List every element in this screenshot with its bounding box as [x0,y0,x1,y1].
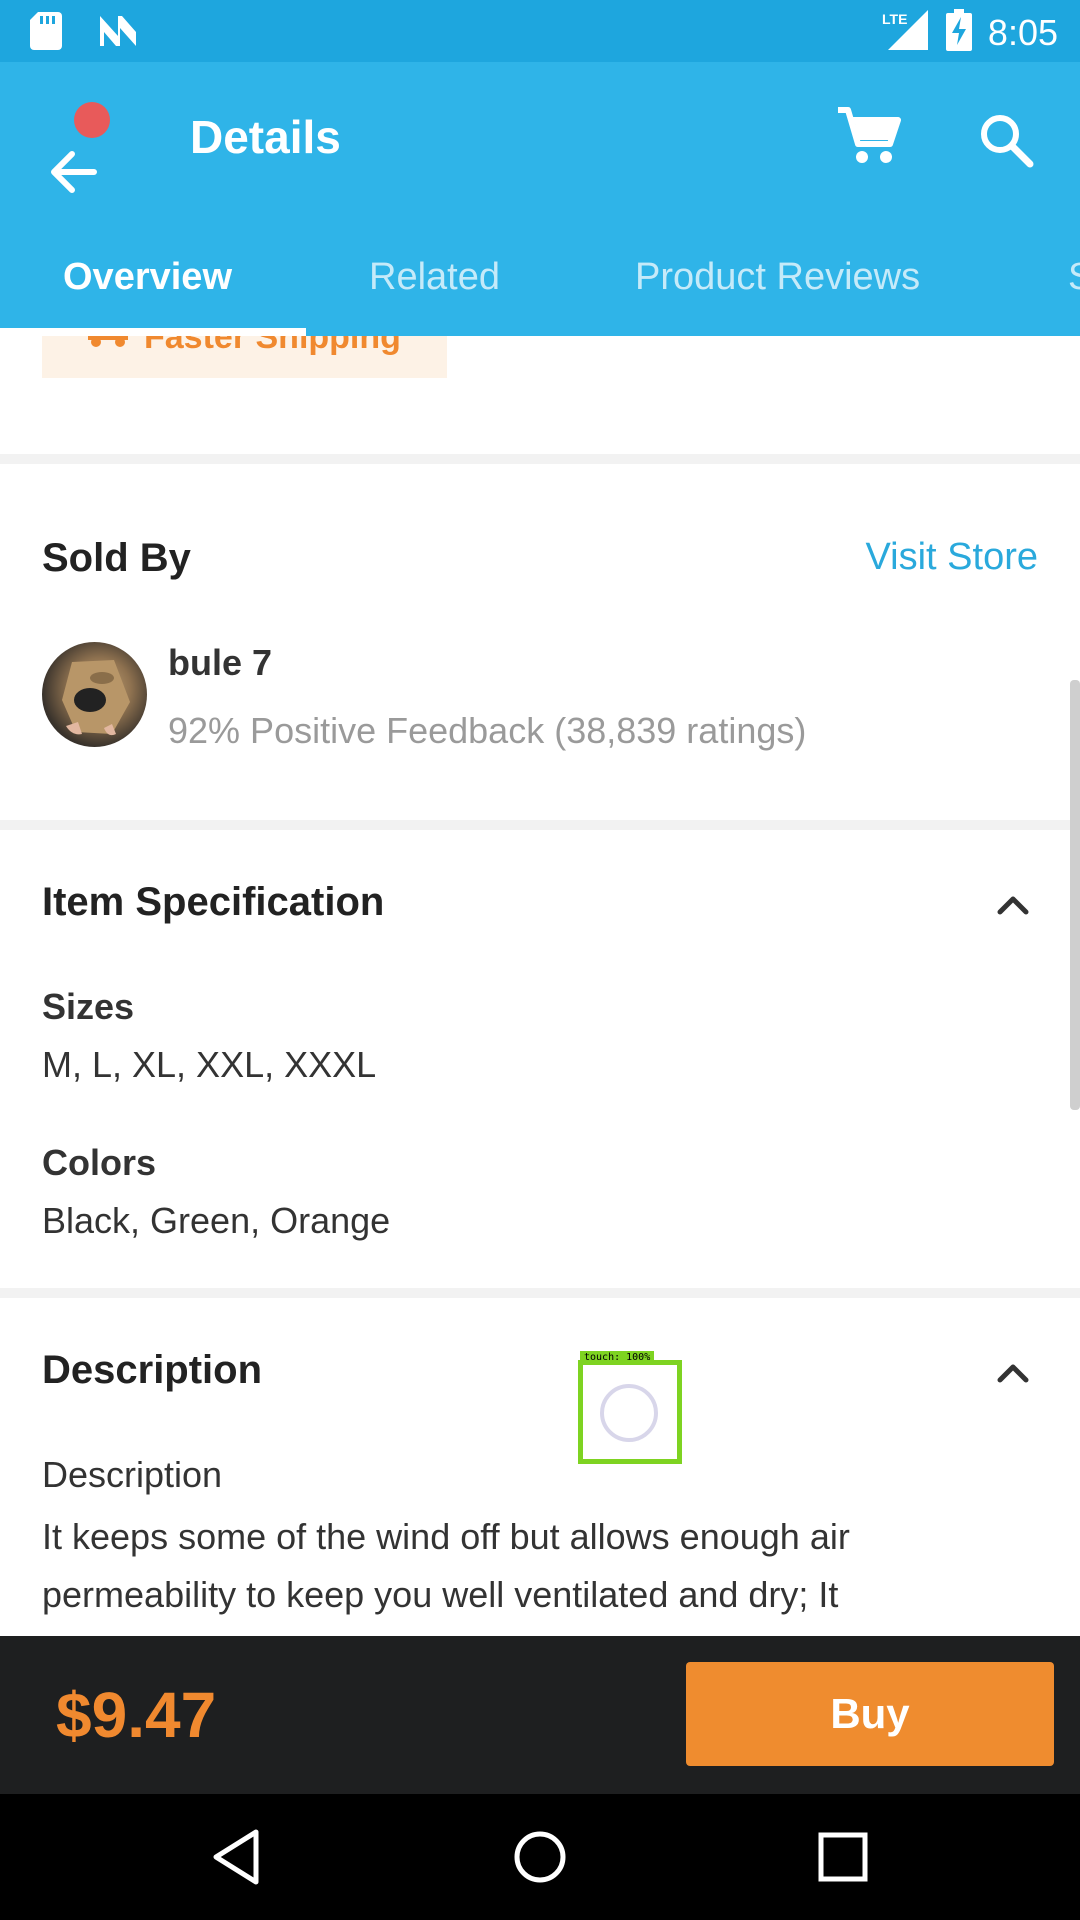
sold-by-title: Sold By [42,536,191,580]
status-time: 8:05 [987,11,1058,53]
seller-name[interactable]: bule 7 [168,642,272,684]
n-notification-icon [98,14,138,53]
nav-recents-button[interactable] [808,1822,878,1892]
chevron-up-icon [997,896,1029,915]
sd-card-icon [30,12,62,55]
tab-more[interactable]: S [1068,256,1080,299]
notification-dot [74,102,110,138]
faster-shipping-label: Faster Shipping [144,336,401,356]
chevron-up-icon [997,1364,1029,1383]
details-content[interactable]: Faster Shipping Sold By Visit Store bule… [0,336,1080,1636]
tab-bar: Overview Related Product Reviews S [0,246,1080,336]
tab-related[interactable]: Related [369,256,500,299]
specification-collapse-button[interactable] [990,882,1036,928]
system-nav-bar [0,1794,1080,1920]
signal-icon: LTE [880,8,930,57]
search-icon [981,115,1034,168]
status-bar: LTE 8:05 [0,0,1080,62]
seller-avatar[interactable] [42,642,147,747]
tab-overview[interactable]: Overview [63,256,232,299]
item-specification-title: Item Specification [42,880,385,924]
spec-label-sizes: Sizes [42,986,135,1027]
tab-indicator [0,328,306,336]
visit-store-link[interactable]: Visit Store [866,536,1038,579]
nav-home-button[interactable] [505,1822,575,1892]
section-divider [0,1288,1080,1298]
cart-button[interactable] [836,106,902,166]
description-body: It keeps some of the wind off but allows… [42,1516,850,1615]
spec-value-sizes: M, L, XL, XXL, XXXL [42,1044,377,1085]
description-collapse-button[interactable] [990,1350,1036,1396]
purchase-bar: $9.47 Buy [0,1636,1080,1794]
spec-label-colors: Colors [42,1142,157,1183]
touch-point [600,1384,658,1442]
battery-charging-icon [945,9,972,56]
scrollbar[interactable] [1070,680,1080,1110]
page-title: Details [190,111,341,163]
price: $9.47 [56,1679,217,1751]
screen: LTE 8:05 Details Overview Related Produc… [0,0,1080,1920]
back-arrow-icon [51,151,97,193]
truck-icon [88,336,128,357]
description-title: Description [42,1348,263,1392]
seller-feedback: 92% Positive Feedback (38,839 ratings) [168,710,807,751]
circle-home-icon [514,1831,566,1883]
description-heading: Description [42,1454,223,1495]
faster-shipping-badge: Faster Shipping [42,336,447,378]
network-type-label: LTE [882,11,907,27]
triangle-back-icon [213,1829,259,1885]
cart-icon [838,107,901,163]
section-divider [0,454,1080,464]
tab-product-reviews[interactable]: Product Reviews [635,256,920,299]
square-recents-icon [818,1832,868,1882]
spec-value-colors: Black, Green, Orange [42,1200,391,1241]
section-divider [0,820,1080,830]
buy-button[interactable]: Buy [686,1662,1054,1766]
app-bar: Details Overview Related Product Reviews… [0,62,1080,336]
search-button[interactable] [976,110,1036,170]
nav-back-button[interactable] [202,1822,272,1892]
